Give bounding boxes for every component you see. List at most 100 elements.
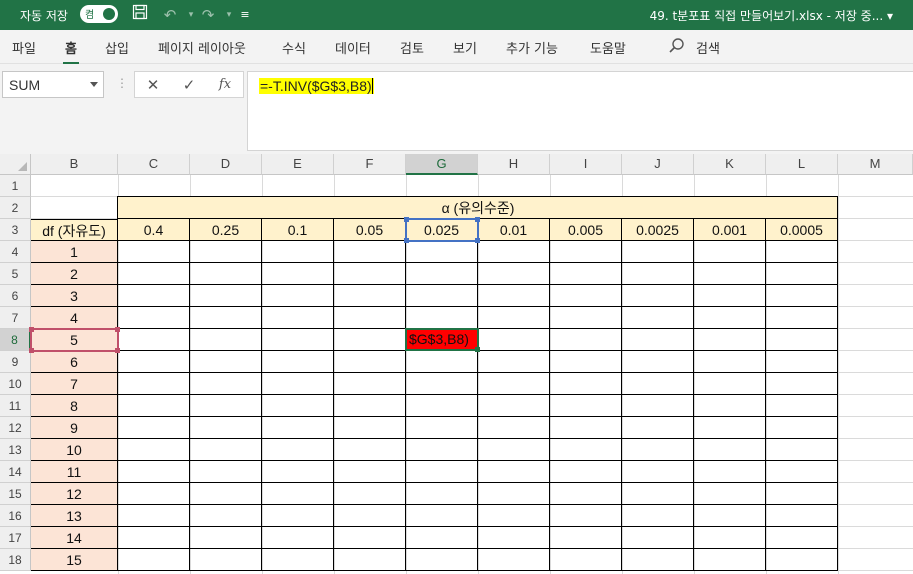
- df-value-cell[interactable]: 14: [31, 527, 118, 549]
- df-value-cell[interactable]: 15: [31, 549, 118, 571]
- tab-data[interactable]: 데이터: [335, 38, 371, 57]
- table-border-vertical: [405, 241, 406, 571]
- row-header[interactable]: 17: [0, 527, 31, 549]
- column-header[interactable]: M: [838, 154, 913, 175]
- tab-help[interactable]: 도움말: [590, 38, 626, 57]
- row-header[interactable]: 9: [0, 351, 31, 373]
- name-box-value: SUM: [9, 77, 41, 93]
- df-value-cell[interactable]: 2: [31, 263, 118, 285]
- autosave-toggle[interactable]: 켬: [80, 5, 118, 23]
- df-header-cell[interactable]: df (자유도): [31, 219, 118, 241]
- row-header[interactable]: 10: [0, 373, 31, 395]
- resize-handle[interactable]: [404, 238, 409, 243]
- active-edit-cell[interactable]: $G$3,B8): [405, 328, 480, 352]
- df-value-cell[interactable]: 6: [31, 351, 118, 373]
- row-header[interactable]: 4: [0, 241, 31, 263]
- column-header[interactable]: F: [334, 154, 406, 175]
- resize-handle[interactable]: [404, 217, 409, 222]
- worksheet-grid[interactable]: B C D E F G H I J K L M 1 2 3 4 5 6 7 8 9 10 11 12 13 14 15 16 17 18 α…: [0, 154, 913, 574]
- formula-buttons: ✕ ✓ fx: [134, 71, 244, 98]
- fill-handle[interactable]: [475, 347, 480, 352]
- resize-handle[interactable]: [475, 217, 480, 222]
- row-header[interactable]: 3: [0, 219, 31, 241]
- tab-review[interactable]: 검토: [400, 38, 424, 57]
- row-header[interactable]: 14: [0, 461, 31, 483]
- search-label[interactable]: 검색: [696, 38, 720, 57]
- alpha-value-cell[interactable]: 0.0025: [622, 219, 694, 241]
- row-header[interactable]: 7: [0, 307, 31, 329]
- df-value-cell[interactable]: 9: [31, 417, 118, 439]
- autosave-state: 켬: [85, 10, 95, 21]
- search-icon[interactable]: [668, 37, 686, 55]
- df-value-cell[interactable]: 7: [31, 373, 118, 395]
- row-header[interactable]: 5: [0, 263, 31, 285]
- column-header[interactable]: C: [118, 154, 190, 175]
- alpha-value-cell[interactable]: 0.01: [478, 219, 550, 241]
- row-header[interactable]: 8: [0, 329, 31, 351]
- alpha-value-cell[interactable]: 0.05: [334, 219, 406, 241]
- df-value-cell[interactable]: 8: [31, 395, 118, 417]
- formula-bar[interactable]: =-T.INV($G$3,B8): [247, 71, 913, 151]
- row-header[interactable]: 1: [0, 175, 31, 197]
- select-all-button[interactable]: [0, 154, 31, 175]
- table-border-horizontal: [118, 504, 838, 505]
- column-header[interactable]: L: [766, 154, 838, 175]
- column-header[interactable]: B: [31, 154, 118, 175]
- resize-handle[interactable]: [29, 348, 34, 353]
- df-value-cell[interactable]: 11: [31, 461, 118, 483]
- table-border-horizontal: [118, 460, 838, 461]
- name-box[interactable]: SUM: [2, 71, 104, 98]
- cancel-icon[interactable]: ✕: [141, 75, 165, 95]
- df-value-cell[interactable]: 4: [31, 307, 118, 329]
- insert-function-icon[interactable]: fx: [213, 75, 237, 95]
- redo-icon[interactable]: ↷: [197, 4, 219, 26]
- tab-add-ins[interactable]: 추가 기능: [506, 38, 558, 57]
- resize-handle[interactable]: [115, 327, 120, 332]
- resize-handle[interactable]: [475, 238, 480, 243]
- df-value-cell[interactable]: 10: [31, 439, 118, 461]
- df-value-cell[interactable]: 12: [31, 483, 118, 505]
- tab-formulas[interactable]: 수식: [282, 38, 306, 57]
- alpha-value-cell[interactable]: 0.4: [118, 219, 190, 241]
- alpha-value-cell[interactable]: 0.25: [190, 219, 262, 241]
- table-border-horizontal: [118, 372, 838, 373]
- row-header[interactable]: 13: [0, 439, 31, 461]
- reference-highlight-b8: [29, 327, 120, 353]
- chevron-down-icon[interactable]: [90, 82, 98, 87]
- alpha-value-cell[interactable]: 0.0005: [766, 219, 838, 241]
- column-header[interactable]: G: [406, 154, 478, 175]
- column-header[interactable]: J: [622, 154, 694, 175]
- df-value-cell[interactable]: 1: [31, 241, 118, 263]
- save-icon[interactable]: [129, 4, 151, 26]
- row-header[interactable]: 15: [0, 483, 31, 505]
- df-value-cell[interactable]: 13: [31, 505, 118, 527]
- row-header[interactable]: 16: [0, 505, 31, 527]
- table-border-vertical: [333, 241, 334, 571]
- tab-insert[interactable]: 삽입: [105, 38, 129, 57]
- alpha-value-cell[interactable]: 0.1: [262, 219, 334, 241]
- row-header[interactable]: 2: [0, 197, 31, 219]
- column-header[interactable]: E: [262, 154, 334, 175]
- row-header[interactable]: 11: [0, 395, 31, 417]
- enter-check-icon[interactable]: ✓: [177, 75, 201, 95]
- text-caret: [371, 78, 373, 94]
- df-value-cell[interactable]: 3: [31, 285, 118, 307]
- column-header[interactable]: K: [694, 154, 766, 175]
- row-header[interactable]: 12: [0, 417, 31, 439]
- undo-icon[interactable]: ↶: [159, 4, 181, 26]
- column-header[interactable]: H: [478, 154, 550, 175]
- row-header[interactable]: 18: [0, 549, 31, 571]
- formula-area: SUM ⋮ ✕ ✓ fx =-T.INV($G$3,B8): [0, 64, 913, 154]
- customize-qat-icon[interactable]: ≡: [234, 4, 256, 26]
- column-header[interactable]: D: [190, 154, 262, 175]
- column-header[interactable]: I: [550, 154, 622, 175]
- alpha-value-cell[interactable]: 0.005: [550, 219, 622, 241]
- tab-view[interactable]: 보기: [453, 38, 477, 57]
- resize-handle[interactable]: [29, 327, 34, 332]
- tab-file[interactable]: 파일: [12, 38, 36, 57]
- tab-home[interactable]: 홈: [63, 38, 79, 65]
- resize-handle[interactable]: [115, 348, 120, 353]
- tab-page-layout[interactable]: 페이지 레이아웃: [158, 38, 246, 57]
- row-header[interactable]: 6: [0, 285, 31, 307]
- alpha-value-cell[interactable]: 0.001: [694, 219, 766, 241]
